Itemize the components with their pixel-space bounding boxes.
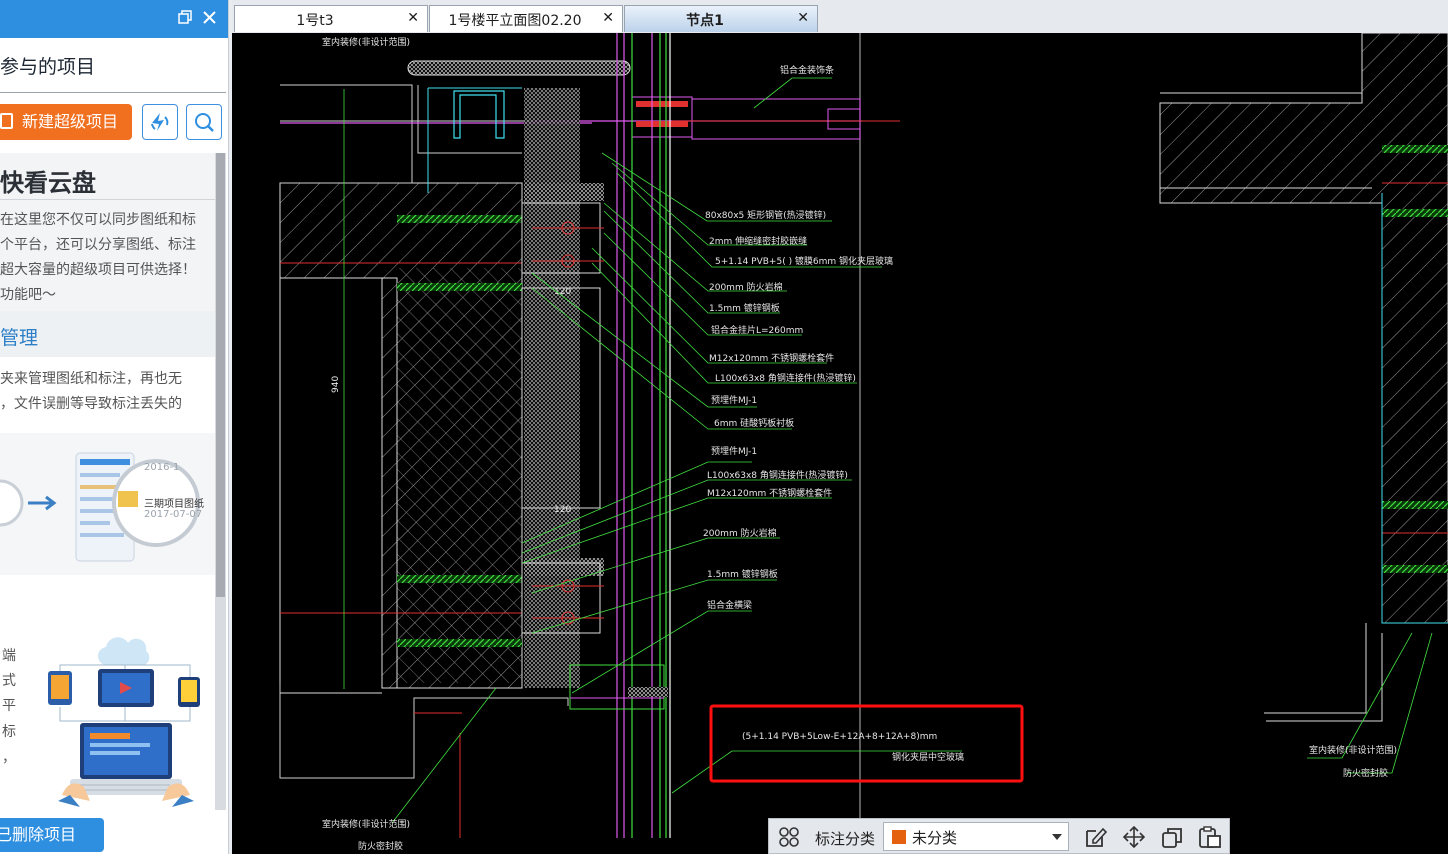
dimension-label: 120	[554, 505, 571, 515]
grid-icon[interactable]	[777, 825, 803, 849]
cad-label: M12x120mm 不锈钢螺栓套件	[707, 487, 832, 499]
new-super-project-button[interactable]: 新建超级项目	[0, 104, 132, 140]
restore-icon[interactable]	[178, 10, 192, 28]
cad-label: L100x63x8 角钢连接件(热浸镀锌)	[707, 469, 848, 481]
rebar-band	[397, 283, 522, 291]
rebar-band	[397, 575, 522, 583]
tab-label: 节点1	[686, 13, 724, 29]
cad-label: (5+1.14 PVB+5Low-E+12A+8+12A+8)mm	[742, 732, 937, 742]
close-tab-icon[interactable]: ✕	[602, 10, 614, 26]
edit-icon[interactable]	[1083, 825, 1109, 849]
concrete-wall	[279, 182, 523, 694]
copy-icon[interactable]	[1159, 825, 1185, 849]
drawing-canvas[interactable]: 120 120 940 室内装修(非设计范围) 铝合金装饰条 80x80x5 矩…	[232, 33, 1448, 854]
rebar-band	[397, 639, 522, 647]
document-icon	[0, 113, 13, 129]
tab-1-t3[interactable]: 1号t3 ✕	[234, 5, 428, 32]
cad-label: 铝合金挂片L=260mm	[711, 324, 803, 336]
promo-line: 在这里您不仅可以同步图纸和标	[0, 212, 196, 228]
cad-label: 室内装修(非设计范围)	[322, 818, 410, 830]
cad-label: 200mm 防火岩棉	[709, 281, 783, 293]
tab-floor-plan[interactable]: 1号楼平立面图02.20 ✕	[429, 5, 623, 32]
category-label: 标注分类	[815, 830, 876, 848]
close-tab-icon[interactable]: ✕	[797, 10, 809, 26]
promo-line: 超大容量的超级项目可供选择！	[0, 262, 196, 278]
search-icon	[195, 113, 214, 132]
scrollbar-thumb[interactable]	[216, 153, 225, 597]
date-text: 2017-07-07	[144, 509, 203, 520]
side-char: 标	[2, 724, 16, 740]
section-title: 管理	[0, 327, 39, 349]
side-char: 平	[2, 698, 16, 714]
right-wall	[1159, 33, 1448, 774]
cad-label: 预埋件MJ-1	[711, 394, 757, 406]
rebar-band	[397, 215, 522, 223]
cad-label: 钢化夹层中空玻璃	[892, 751, 964, 763]
dimension-label: 940	[331, 376, 341, 393]
new-super-project-label: 新建超级项目	[22, 112, 119, 131]
cad-label: 2mm 伸缩缝密封胶嵌缝	[709, 235, 807, 247]
cad-label: 铝合金装饰条	[780, 64, 834, 76]
cad-label: L100x63x8 角钢连接件(热浸镀锌)	[715, 372, 856, 384]
section-line: 夹来管理图纸和标注，再也无	[0, 371, 182, 387]
project-name: 三期项目图纸	[144, 499, 204, 510]
cad-label: 6mm 硅酸钙板衬板	[714, 417, 794, 429]
sync-icon	[151, 113, 169, 131]
cad-label: 室内装修(非设计范围)	[1309, 744, 1397, 756]
annotation-toolbar: 标注分类 未分类	[768, 818, 1230, 854]
side-char: 式	[2, 673, 16, 689]
cad-label: 室内装修(非设计范围)	[322, 36, 410, 48]
promo-line: 功能吧～	[0, 287, 56, 303]
page-title: 参与的项目	[0, 56, 96, 78]
cad-label: 铝合金横梁	[707, 599, 752, 611]
promo-panel: 快看云盘 在这里您不仅可以同步图纸和标 个平台，还可以分享图纸、标注 超大容量的…	[0, 153, 215, 810]
tab-bar: 1号t3 ✕ 1号楼平立面图02.20 ✕ 节点1 ✕	[232, 0, 1448, 33]
cad-label: 5+1.14 PVB+5( ) 镀膜6mm 钢化夹层玻璃	[715, 255, 893, 267]
category-color-swatch	[892, 830, 906, 844]
left-panel-header	[0, 0, 228, 38]
highlight-box[interactable]	[709, 704, 1024, 783]
tab-label: 1号t3	[296, 13, 334, 29]
cad-label: M12x120mm 不锈钢螺栓套件	[709, 352, 834, 364]
tab-node-1[interactable]: 节点1 ✕	[624, 5, 818, 32]
close-icon[interactable]	[202, 10, 217, 29]
move-icon[interactable]	[1121, 825, 1147, 849]
search-button[interactable]	[186, 104, 222, 140]
cad-label: 1.5mm 镀锌钢板	[707, 568, 778, 580]
tab-label: 1号楼平立面图02.20	[448, 13, 582, 29]
cad-label: 200mm 防火岩棉	[703, 527, 777, 539]
illustration-devices	[48, 637, 200, 807]
side-char: ，	[2, 750, 16, 766]
category-value: 未分类	[912, 829, 958, 847]
side-char: 端	[2, 648, 16, 664]
left-panel: 参与的项目 新建超级项目 快看云盘 在这里您不仅可以同步图纸和标 个平台，还可以…	[0, 0, 229, 854]
illustration-sync: 2016-1 三期项目图纸 2017-07-07	[0, 433, 215, 575]
category-select[interactable]: 未分类	[883, 822, 1069, 851]
chevron-down-icon	[1052, 834, 1062, 840]
promo-line: 个平台，还可以分享图纸、标注	[0, 237, 196, 253]
cad-label: 防火密封胶	[358, 840, 403, 852]
section-line: ，文件误删等导致标注丢失的	[0, 396, 182, 412]
deleted-projects-button[interactable]: 已删除项目	[0, 818, 104, 852]
cad-label: 80x80x5 矩形钢管(热浸镀锌)	[705, 209, 826, 221]
close-tab-icon[interactable]: ✕	[407, 10, 419, 26]
sync-button[interactable]	[142, 104, 178, 140]
divider	[0, 92, 226, 93]
promo-title: 快看云盘	[0, 169, 96, 197]
paste-icon[interactable]	[1197, 825, 1223, 849]
cad-label: 防火密封胶	[1343, 767, 1388, 779]
cad-label: 预埋件MJ-1	[711, 445, 757, 457]
cad-label: 1.5mm 镀锌钢板	[709, 302, 780, 314]
date-text: 2016-1	[144, 462, 180, 473]
deleted-projects-label: 已删除项目	[0, 825, 77, 844]
